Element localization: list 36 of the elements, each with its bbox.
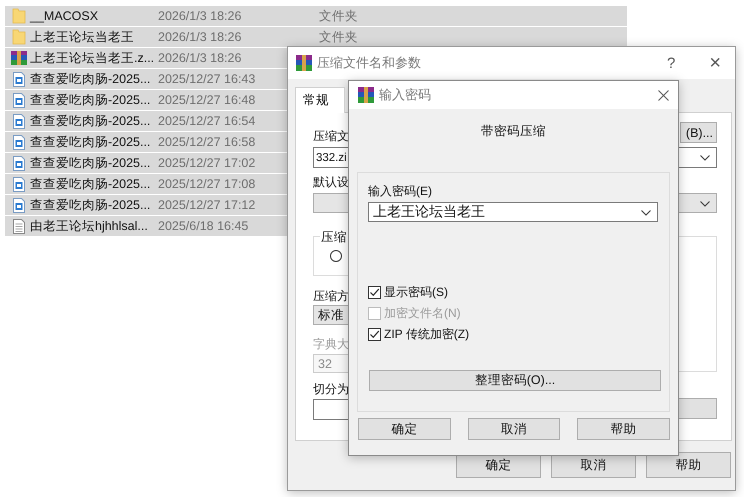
file-date: 2026/1/3 18:26	[158, 51, 242, 65]
file-name: __MACOSX	[30, 9, 100, 23]
checkbox-label: ZIP 传统加密(Z)	[384, 326, 470, 343]
file-name: 上老王论坛当老王.z...	[30, 50, 156, 66]
field-label: 压缩方	[313, 289, 349, 303]
dialog-heading: 带密码压缩	[480, 124, 547, 138]
file-name: 查查爱吃肉肠-2025...	[30, 154, 152, 172]
file-date: 2025/12/27 17:02	[158, 156, 256, 170]
file-date: 2025/12/27 17:08	[158, 177, 256, 191]
file-date: 2025/12/27 16:43	[158, 72, 256, 86]
file-name: 查查爱吃肉肠-2025...	[30, 70, 152, 88]
file-date: 2026/1/3 18:26	[158, 9, 242, 23]
field-label: 压缩文	[313, 129, 349, 143]
file-date: 2026/1/3 18:26	[158, 30, 242, 44]
window-title: 输入密码	[379, 86, 431, 104]
file-date: 2025/12/27 16:48	[158, 93, 256, 107]
file-date: 2025/12/27 17:12	[158, 198, 256, 212]
file-date: 2025/6/18 16:45	[158, 219, 248, 233]
field-label: 字典大	[313, 337, 349, 351]
file-name: 查查爱吃肉肠-2025...	[30, 112, 152, 130]
file-name: 由老王论坛hjhhlsal...	[30, 218, 149, 234]
window-title: 压缩文件名和参数	[317, 54, 421, 72]
field-label: 输入密码(E)	[368, 184, 432, 198]
file-name: 上老王论坛当老王	[30, 28, 135, 46]
file-type: 文件夹	[319, 28, 358, 46]
file-date: 2025/12/27 16:54	[158, 114, 256, 128]
file-name: 查查爱吃肉肠-2025...	[30, 92, 152, 108]
field-label: 默认设	[313, 175, 349, 189]
checkbox-label: 加密文件名(N)	[384, 305, 461, 322]
file-date: 2025/12/27 16:58	[158, 135, 256, 149]
file-name: 查查爱吃肉肠-2025...	[30, 176, 152, 192]
file-type: 文件夹	[319, 8, 358, 24]
file-name: 查查爱吃肉肠-2025...	[30, 196, 152, 214]
file-name: 查查爱吃肉肠-2025...	[30, 134, 152, 150]
field-label: 切分为	[313, 382, 349, 396]
checkbox-label: 显示密码(S)	[384, 284, 448, 301]
